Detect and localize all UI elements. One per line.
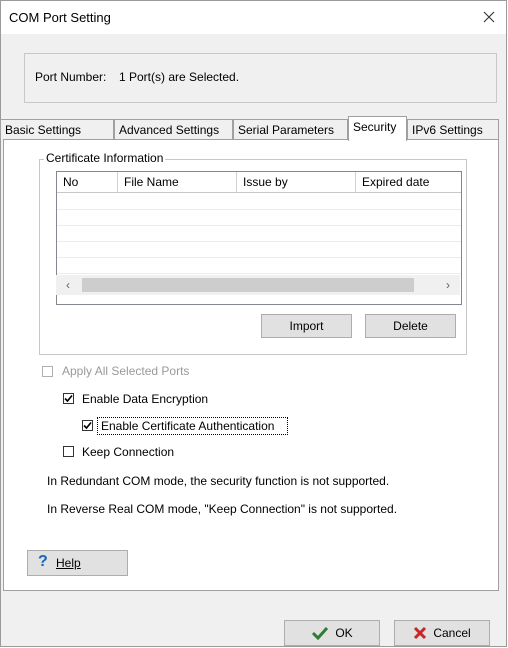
enable-cert-auth-label: Enable Certificate Authentication	[101, 419, 275, 433]
cancel-x-icon	[414, 626, 427, 640]
tab-advanced-settings[interactable]: Advanced Settings	[114, 119, 233, 139]
close-icon	[483, 11, 495, 23]
import-button[interactable]: Import	[261, 314, 352, 338]
checkmark-icon	[83, 421, 92, 430]
help-icon: ?	[38, 553, 48, 570]
tab-security[interactable]: Security	[348, 116, 407, 141]
cancel-button[interactable]: Cancel	[394, 620, 490, 646]
list-item	[57, 225, 461, 242]
scroll-left-icon[interactable]: ‹	[61, 278, 75, 292]
title-bar: COM Port Setting	[1, 1, 506, 34]
ok-label: OK	[335, 626, 353, 640]
column-issue-by[interactable]: Issue by	[237, 172, 356, 192]
apply-all-checkbox[interactable]	[42, 366, 53, 377]
column-file-name[interactable]: File Name	[118, 172, 237, 192]
tab-ipv6-settings[interactable]: IPv6 Settings	[407, 119, 499, 139]
tab-serial-parameters[interactable]: Serial Parameters	[233, 119, 348, 139]
keep-connection-checkbox[interactable]	[63, 446, 74, 457]
tab-bar: Basic Settings Advanced Settings Serial …	[0, 116, 500, 141]
list-item	[57, 257, 461, 274]
checkmark-icon	[312, 626, 329, 640]
checkmark-icon	[64, 394, 73, 403]
help-button[interactable]: ? Help	[27, 550, 128, 576]
enable-cert-auth-checkbox[interactable]	[82, 420, 93, 431]
close-button[interactable]	[478, 6, 500, 28]
tab-basic-settings[interactable]: Basic Settings	[0, 119, 114, 139]
help-label: Help	[56, 556, 81, 570]
enable-encryption-label: Enable Data Encryption	[82, 392, 209, 406]
keep-connection-label: Keep Connection	[82, 445, 175, 459]
list-item	[57, 241, 461, 258]
window-title: COM Port Setting	[9, 10, 111, 25]
horizontal-scrollbar[interactable]: ‹ ›	[56, 275, 460, 295]
delete-button[interactable]: Delete	[365, 314, 456, 338]
column-expired-date[interactable]: Expired date	[356, 172, 461, 192]
certificate-group-title: Certificate Information	[44, 151, 166, 165]
note-redundant-com: In Redundant COM mode, the security func…	[47, 474, 390, 488]
port-number-label: Port Number:	[35, 70, 107, 84]
ok-button[interactable]: OK	[284, 620, 380, 646]
list-item	[57, 193, 461, 210]
certificate-list-header: No File Name Issue by Expired date	[57, 172, 461, 193]
scroll-right-icon[interactable]: ›	[441, 278, 455, 292]
apply-all-label: Apply All Selected Ports	[62, 364, 190, 378]
enable-encryption-checkbox[interactable]	[63, 393, 74, 404]
cancel-label: Cancel	[433, 626, 471, 640]
note-reverse-real-com: In Reverse Real COM mode, "Keep Connecti…	[47, 502, 398, 516]
scrollbar-thumb[interactable]	[82, 278, 414, 292]
list-item	[57, 209, 461, 226]
column-no[interactable]: No	[57, 172, 118, 192]
port-number-value: 1 Port(s) are Selected.	[119, 70, 240, 84]
port-number-box: Port Number: 1 Port(s) are Selected.	[24, 53, 497, 103]
